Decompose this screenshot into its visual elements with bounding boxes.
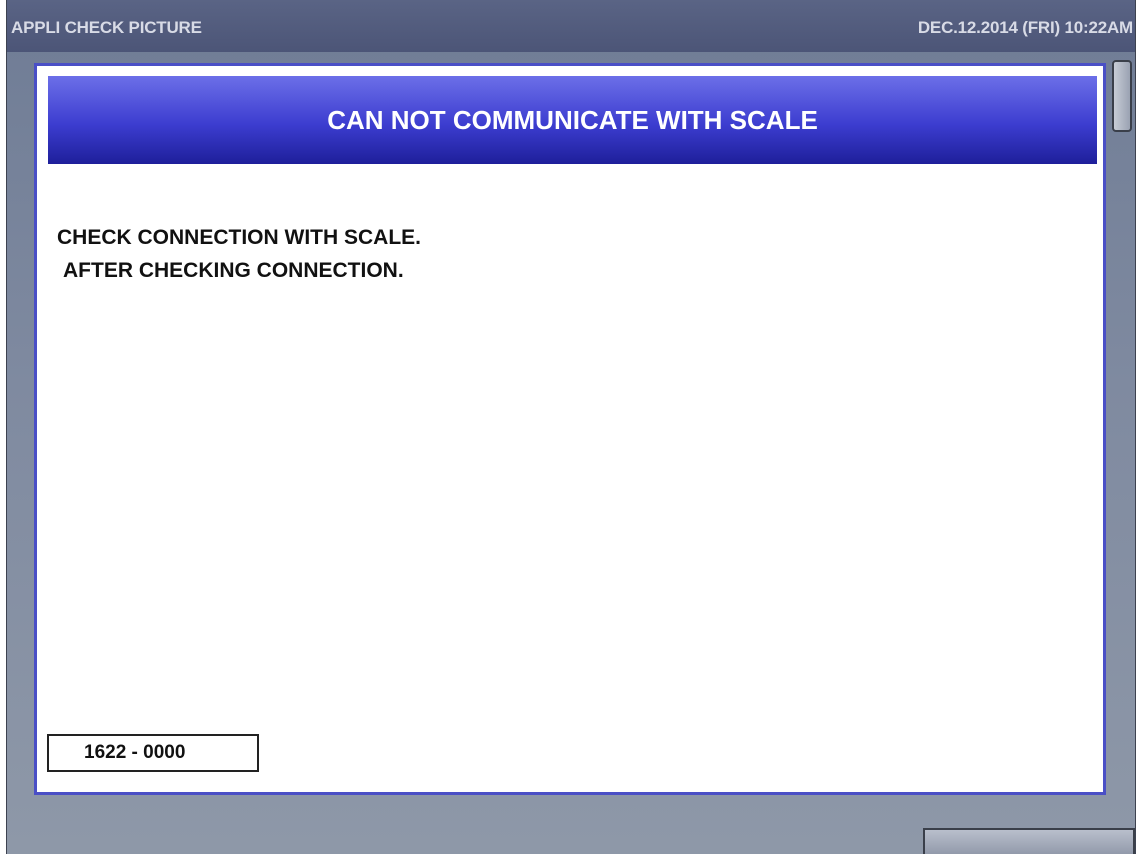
dialog-header: CAN NOT COMMUNICATE WITH SCALE (48, 76, 1097, 164)
message-line-1: CHECK CONNECTION WITH SCALE. (57, 226, 421, 249)
error-code-text: 1622 - 0000 (84, 742, 186, 763)
dialog-title: CAN NOT COMMUNICATE WITH SCALE (327, 104, 818, 135)
bottom-button[interactable] (923, 828, 1135, 854)
message-line-2: AFTER CHECKING CONNECTION. (63, 259, 404, 282)
app-title: APPLI CHECK PICTURE (11, 18, 202, 37)
title-bar: APPLI CHECK PICTURE DEC.12.2014 (FRI) 10… (7, 0, 1135, 52)
error-message: CHECK CONNECTION WITH SCALE. AFTER CHECK… (57, 221, 421, 287)
error-code: 1622 - 0000 (47, 734, 259, 772)
device-screen: APPLI CHECK PICTURE DEC.12.2014 (FRI) 10… (6, 0, 1136, 854)
date-time: DEC.12.2014 (FRI) 10:22AM (917, 18, 1133, 37)
error-dialog: CAN NOT COMMUNICATE WITH SCALE CHECK CON… (34, 63, 1106, 795)
scrollbar-thumb[interactable] (1112, 60, 1132, 132)
